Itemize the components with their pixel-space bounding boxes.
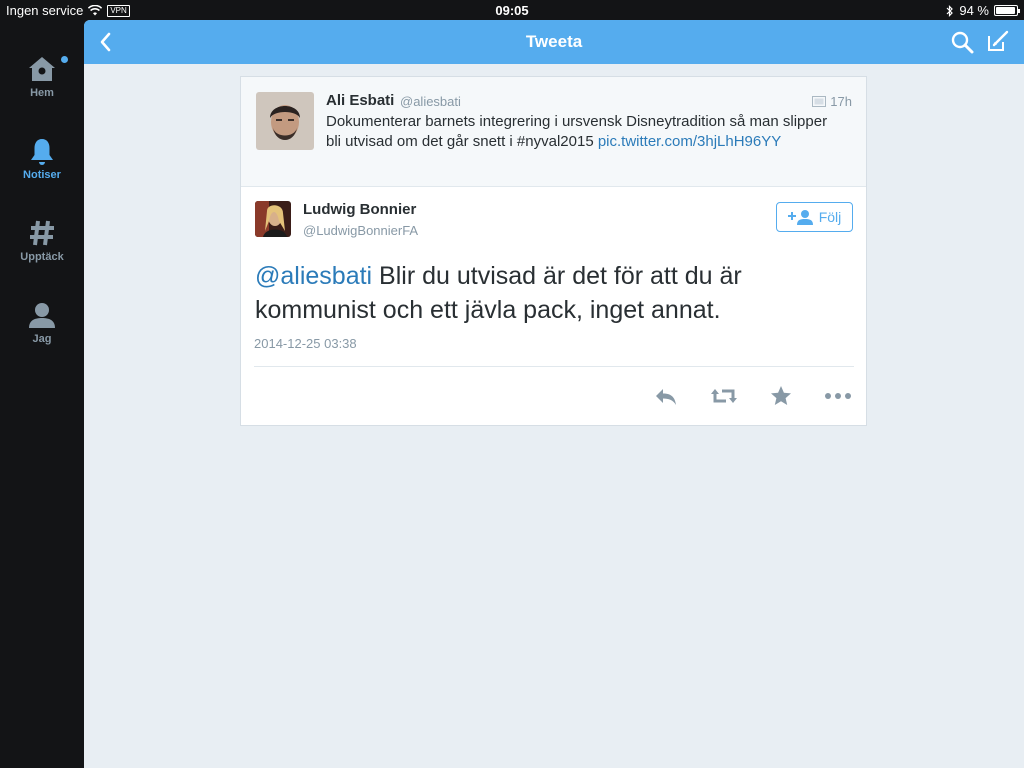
hashtag-icon <box>30 220 54 246</box>
follow-button[interactable]: Följ <box>776 202 853 232</box>
sidebar-item-notifications[interactable]: Notiser <box>0 136 84 200</box>
avatar-image <box>256 92 314 150</box>
add-user-icon <box>787 210 813 225</box>
home-icon <box>29 57 55 81</box>
sidebar-item-label: Notiser <box>23 169 61 181</box>
status-right: 94 % <box>946 3 1020 18</box>
avatar[interactable] <box>256 92 314 150</box>
favorite-star-icon[interactable] <box>768 383 794 409</box>
sidebar-item-label: Upptäck <box>20 251 64 263</box>
notification-dot <box>61 56 68 63</box>
media-icon <box>812 96 827 107</box>
compose-tweet-icon[interactable] <box>986 29 1010 53</box>
battery-tip <box>1018 9 1020 13</box>
main-panel: Tweeta Ali Esbati @aliesbati 17h Dokumen… <box>84 20 1024 768</box>
more-options-icon[interactable] <box>824 383 852 409</box>
tweet-time: 17h <box>812 94 852 109</box>
battery-fill <box>996 7 1015 14</box>
sidebar-item-home[interactable]: Hem <box>0 54 84 118</box>
author-name[interactable]: Ali Esbati <box>326 92 394 109</box>
media-link[interactable]: pic.twitter.com/3hjLhH96YY <box>598 133 781 150</box>
sidebar-item-label: Hem <box>30 87 54 99</box>
mention-link[interactable]: @aliesbati <box>255 262 372 290</box>
status-time: 09:05 <box>495 3 529 18</box>
author-handle[interactable]: @aliesbati <box>400 94 461 109</box>
divider <box>254 366 854 367</box>
retweet-icon[interactable] <box>710 383 738 409</box>
bluetooth-icon <box>946 4 954 17</box>
follow-label: Följ <box>818 209 842 225</box>
sidebar-item-label: Jag <box>32 333 52 345</box>
sidebar-item-me[interactable]: Jag <box>0 300 84 364</box>
tweet-text: @aliesbati Blir du utvisad är det för at… <box>255 259 850 327</box>
navigation-bar: Tweeta <box>84 20 1024 64</box>
tweet-detail-card: Ali Esbati @aliesbati 17h Dokumenterar b… <box>240 76 867 426</box>
bell-icon <box>31 139 53 165</box>
sidebar-item-discover[interactable]: Upptäck <box>0 218 84 282</box>
relative-time: 17h <box>830 94 852 109</box>
avatar-image <box>255 201 291 237</box>
status-bar: Ingen service VPN 09:05 94 % <box>0 0 1024 20</box>
battery-percent: 94 % <box>959 3 989 18</box>
tweet-timestamp: 2014-12-25 03:38 <box>254 336 357 351</box>
page-title: Tweeta <box>525 32 583 51</box>
sidebar: Hem Notiser Upptäck Jag <box>0 20 84 768</box>
author-name[interactable]: Ludwig Bonnier <box>303 201 416 218</box>
reply-icon[interactable] <box>653 383 679 409</box>
battery-icon <box>994 5 1020 16</box>
tweet-text: Dokumenterar barnets integrering i ursve… <box>326 112 831 152</box>
person-icon <box>29 303 55 328</box>
author-handle[interactable]: @LudwigBonnierFA <box>303 223 418 238</box>
avatar[interactable] <box>255 201 291 237</box>
parent-tweet[interactable]: Ali Esbati @aliesbati 17h Dokumenterar b… <box>241 77 866 187</box>
search-icon[interactable] <box>950 30 974 54</box>
